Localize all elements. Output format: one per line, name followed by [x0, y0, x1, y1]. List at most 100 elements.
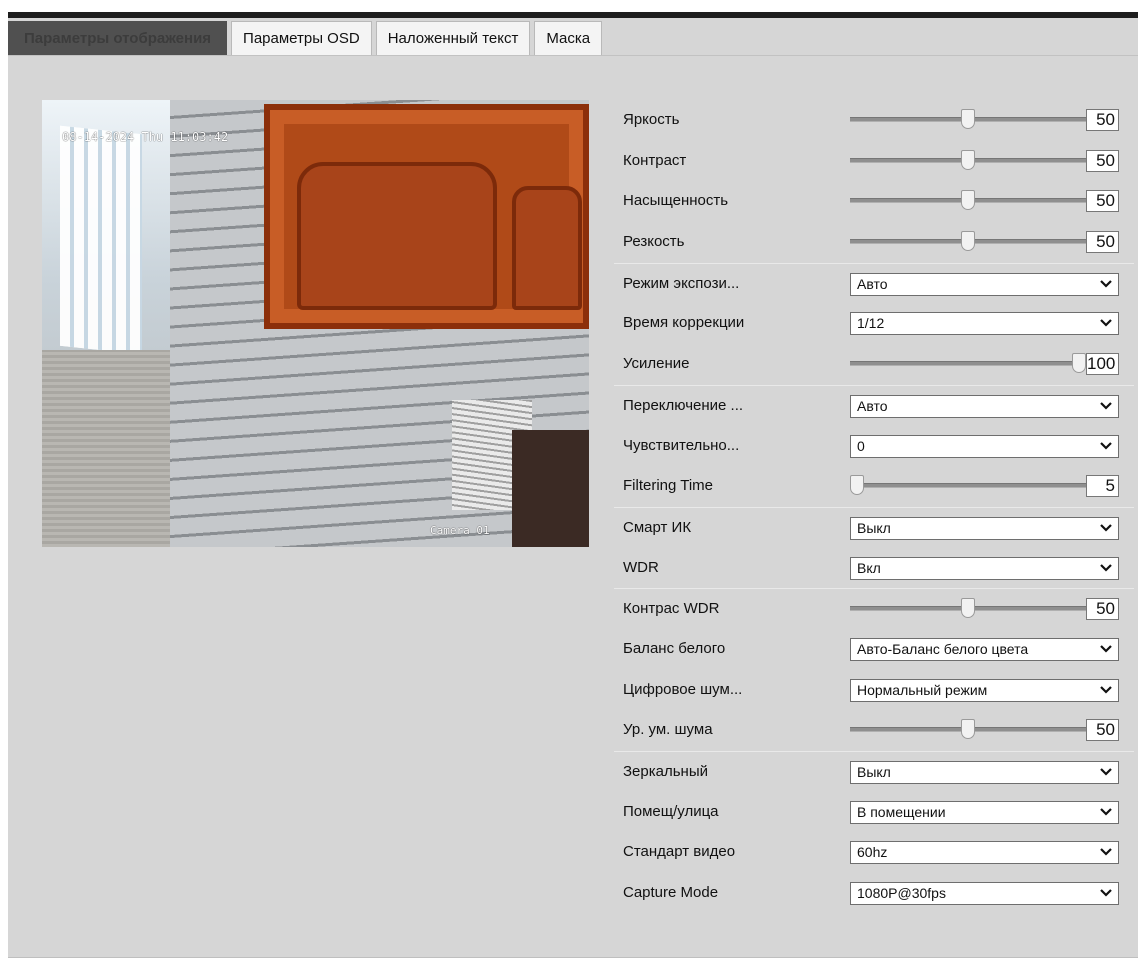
setting-label: Capture Mode: [623, 884, 719, 902]
setting-slider[interactable]: 50: [850, 109, 1120, 131]
setting-slider[interactable]: 50: [850, 598, 1120, 621]
chevron-down-icon: [1100, 402, 1112, 410]
setting-label: Зеркальный: [623, 763, 708, 780]
slider-thumb[interactable]: [961, 231, 975, 252]
setting-dropdown[interactable]: Вкл: [850, 556, 1119, 580]
slider-thumb[interactable]: [1072, 353, 1086, 374]
setting-label: Яркость: [623, 111, 680, 128]
setting-dropdown[interactable]: Авто: [850, 394, 1119, 418]
setting-label: Цифровое шум...: [623, 680, 743, 698]
setting-dropdown[interactable]: Выкл: [850, 516, 1119, 540]
setting-label: Насыщенность: [623, 192, 729, 210]
image-settings-panel: Параметры отображения Параметры OSD Нало…: [8, 18, 1138, 958]
setting-dropdown[interactable]: 0: [850, 434, 1119, 458]
dropdown-value: Нормальный режим: [857, 681, 988, 698]
setting-dropdown[interactable]: 60hz: [850, 841, 1119, 865]
slider-value-input[interactable]: 50: [1086, 109, 1119, 131]
setting-label: Контраст: [623, 151, 687, 169]
slider-value-input[interactable]: 50: [1086, 598, 1119, 621]
setting-row: Насыщенность 50: [614, 181, 1134, 222]
tab-display-params[interactable]: Параметры отображения: [8, 21, 228, 55]
slider-value-input[interactable]: 50: [1086, 231, 1119, 254]
setting-row: Filtering Time 5: [614, 466, 1134, 507]
setting-row: Помещ/улица В помещении: [614, 792, 1134, 833]
setting-dropdown[interactable]: Выкл: [850, 761, 1119, 784]
preview-cabinet-door: [297, 162, 497, 310]
preview-cabinet-door-small: [512, 186, 582, 310]
preview-tiles: [42, 350, 170, 547]
setting-row: Ур. ум. шума 50: [614, 710, 1134, 751]
tab-osd-params[interactable]: Параметры OSD: [231, 21, 372, 55]
setting-row: Усиление 100: [614, 344, 1134, 385]
setting-slider[interactable]: 5: [850, 475, 1120, 498]
setting-dropdown[interactable]: Нормальный режим: [850, 678, 1119, 702]
chevron-down-icon: [1100, 441, 1112, 450]
setting-label: Режим экспози...: [623, 274, 740, 292]
slider-thumb[interactable]: [961, 598, 975, 619]
setting-label: Усиление: [623, 355, 690, 373]
chevron-down-icon: [1100, 889, 1112, 897]
setting-label: WDR: [623, 558, 659, 576]
setting-dropdown[interactable]: Авто: [850, 272, 1119, 296]
slider-track[interactable]: [850, 483, 1086, 489]
slider-value-input[interactable]: 50: [1086, 190, 1119, 213]
slider-value-input[interactable]: 5: [1086, 475, 1119, 498]
slider-track[interactable]: [850, 361, 1086, 367]
live-preview: 08-14-2024 Thu 11:03:42 Camera 01: [42, 100, 589, 547]
dropdown-value: Авто-Баланс белого цвета: [857, 640, 1029, 657]
chevron-down-icon: [1100, 319, 1112, 327]
tab-mask[interactable]: Маска: [534, 21, 603, 55]
chevron-down-icon: [1100, 563, 1112, 572]
setting-label: Чувствительно...: [623, 436, 740, 454]
setting-label: Баланс белого: [623, 639, 726, 657]
slider-value-input[interactable]: 50: [1086, 149, 1119, 172]
setting-slider[interactable]: 50: [850, 149, 1120, 172]
slider-thumb[interactable]: [961, 109, 975, 129]
setting-row: Стандарт видео 60hz: [614, 832, 1134, 873]
slider-thumb[interactable]: [961, 190, 975, 211]
preview-window: [60, 125, 142, 355]
setting-row: WDR Вкл: [614, 548, 1134, 589]
setting-label: Резкость: [623, 233, 685, 251]
slider-thumb[interactable]: [850, 475, 864, 496]
osd-camera-name: Camera 01: [430, 524, 490, 537]
tab-overlay-text[interactable]: Наложенный текст: [375, 21, 531, 55]
setting-row: Зеркальный Выкл: [614, 751, 1134, 792]
setting-row: Яркость 50: [614, 100, 1134, 141]
setting-dropdown[interactable]: 1080P@30fps: [850, 882, 1119, 906]
slider-value-input[interactable]: 50: [1086, 719, 1119, 742]
setting-row: Баланс белого Авто-Баланс белого цвета: [614, 629, 1134, 670]
slider-value-input[interactable]: 100: [1086, 353, 1119, 376]
setting-dropdown[interactable]: Авто-Баланс белого цвета: [850, 637, 1119, 661]
slider-thumb[interactable]: [961, 719, 975, 740]
dropdown-value: 60hz: [857, 844, 888, 861]
chevron-down-icon: [1100, 524, 1112, 532]
setting-slider[interactable]: 50: [850, 231, 1120, 254]
setting-dropdown[interactable]: В помещении: [850, 800, 1119, 824]
dropdown-value: 0: [857, 437, 865, 454]
chevron-down-icon: [1100, 685, 1112, 694]
chevron-down-icon: [1100, 807, 1112, 816]
setting-slider[interactable]: 50: [850, 719, 1120, 742]
chevron-down-icon: [1100, 279, 1112, 288]
settings-list: Яркость 50 Контраст 50 Насыщенность 50 Резкост…: [614, 100, 1134, 914]
setting-label: Контрас WDR: [623, 600, 720, 618]
chevron-down-icon: [1100, 645, 1112, 653]
osd-timestamp: 08-14-2024 Thu 11:03:42: [62, 130, 229, 144]
dropdown-value: Выкл: [857, 519, 891, 536]
setting-row: Capture Mode 1080P@30fps: [614, 873, 1134, 914]
setting-dropdown[interactable]: 1/12: [850, 312, 1119, 336]
dropdown-value: 1080P@30fps: [857, 885, 946, 902]
preview-doorway: [512, 430, 589, 547]
setting-row: Контрас WDR 50: [614, 588, 1134, 629]
setting-label: Время коррекции: [623, 314, 745, 332]
slider-thumb[interactable]: [961, 149, 975, 170]
setting-row: Цифровое шум... Нормальный режим: [614, 670, 1134, 711]
setting-slider[interactable]: 100: [850, 353, 1120, 376]
chevron-down-icon: [1100, 768, 1112, 776]
setting-label: Стандарт видео: [623, 843, 736, 861]
dropdown-value: 1/12: [857, 315, 885, 332]
setting-label: Смарт ИК: [623, 518, 692, 536]
tab-bar: Параметры отображения Параметры OSD Нало…: [8, 21, 606, 55]
setting-slider[interactable]: 50: [850, 190, 1120, 213]
